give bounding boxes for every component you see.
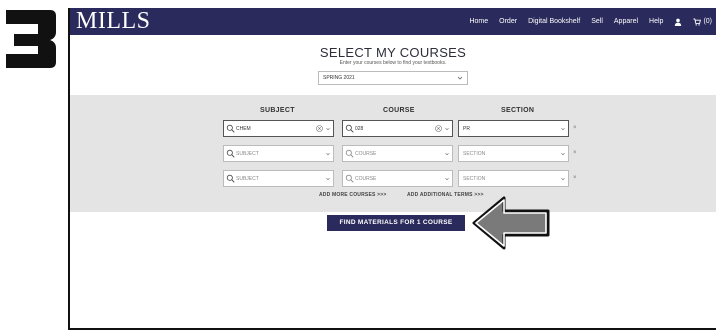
section-select-row-1[interactable]: PR: [458, 120, 569, 137]
chevron-down-icon: [561, 152, 565, 156]
nav-home[interactable]: Home: [469, 18, 488, 25]
search-icon: [226, 149, 235, 158]
find-materials-button[interactable]: FIND MATERIALS FOR 1 COURSE: [327, 215, 465, 231]
chevron-down-icon: [561, 127, 565, 131]
section-column-header: SECTION: [501, 107, 535, 114]
cart-count: (0): [703, 18, 712, 25]
chevron-down-icon: [445, 127, 449, 131]
course-input-row-2[interactable]: COURSE: [342, 145, 453, 162]
nav-digital-bookshelf[interactable]: Digital Bookshelf: [528, 18, 580, 25]
chevron-down-icon: [457, 76, 463, 80]
user-icon[interactable]: [674, 18, 682, 26]
search-icon: [345, 124, 354, 133]
main-nav: Home Order Digital Bookshelf Sell Appare…: [469, 8, 712, 35]
add-more-courses-link[interactable]: ADD MORE COURSES >>>: [319, 192, 387, 198]
nav-apparel[interactable]: Apparel: [614, 18, 638, 25]
chevron-down-icon: [445, 152, 449, 156]
subject-input-row-1[interactable]: CHEM: [223, 120, 334, 137]
course-input-row-3[interactable]: COURSE: [342, 170, 453, 187]
course-value: 028: [355, 126, 364, 132]
term-select[interactable]: SPRING 2021: [318, 71, 468, 85]
course-input-row-1[interactable]: 028: [342, 120, 453, 137]
chevron-down-icon: [326, 152, 330, 156]
remove-row-1-button[interactable]: ×: [573, 125, 577, 131]
course-column-header: COURSE: [383, 107, 415, 114]
page-title: SELECT MY COURSES: [319, 45, 467, 60]
cart-button[interactable]: (0): [693, 18, 712, 26]
clear-icon[interactable]: [435, 125, 442, 132]
nav-order[interactable]: Order: [499, 18, 517, 25]
chevron-down-icon: [561, 177, 565, 181]
section-select-row-3[interactable]: SECTION: [458, 170, 569, 187]
clear-icon[interactable]: [316, 125, 323, 132]
course-placeholder: COURSE: [355, 176, 377, 182]
mills-logo[interactable]: MILLS: [76, 9, 151, 33]
browser-frame: MILLS Home Order Digital Bookshelf Sell …: [68, 8, 716, 330]
subject-placeholder: SUBJECT: [236, 176, 259, 182]
chevron-down-icon: [326, 127, 330, 131]
step-number-three: [6, 10, 56, 68]
term-value: SPRING 2021: [323, 75, 355, 81]
subject-placeholder: SUBJECT: [236, 151, 259, 157]
subject-input-row-2[interactable]: SUBJECT: [223, 145, 334, 162]
remove-row-2-button[interactable]: ×: [573, 150, 577, 156]
section-select-row-2[interactable]: SECTION: [458, 145, 569, 162]
chevron-down-icon: [445, 177, 449, 181]
search-icon: [226, 174, 235, 183]
subject-value: CHEM: [236, 126, 251, 132]
search-icon: [345, 174, 354, 183]
section-value: PR: [463, 126, 470, 132]
search-icon: [226, 124, 235, 133]
section-placeholder: SECTION: [463, 176, 486, 182]
course-placeholder: COURSE: [355, 151, 377, 157]
cart-icon: [693, 18, 702, 26]
subject-column-header: SUBJECT: [260, 107, 295, 114]
top-navigation-bar: MILLS Home Order Digital Bookshelf Sell …: [70, 8, 716, 35]
course-selection-panel: SUBJECT COURSE SECTION CHEM 028 PR × SUB…: [70, 95, 716, 212]
section-placeholder: SECTION: [463, 151, 486, 157]
search-icon: [345, 149, 354, 158]
subject-input-row-3[interactable]: SUBJECT: [223, 170, 334, 187]
nav-sell[interactable]: Sell: [591, 18, 603, 25]
chevron-down-icon: [326, 177, 330, 181]
page-subtitle: Enter your courses below to find your te…: [339, 60, 447, 66]
pointer-arrow-icon: [472, 196, 550, 250]
remove-row-3-button[interactable]: ×: [573, 175, 577, 181]
nav-help[interactable]: Help: [649, 18, 663, 25]
